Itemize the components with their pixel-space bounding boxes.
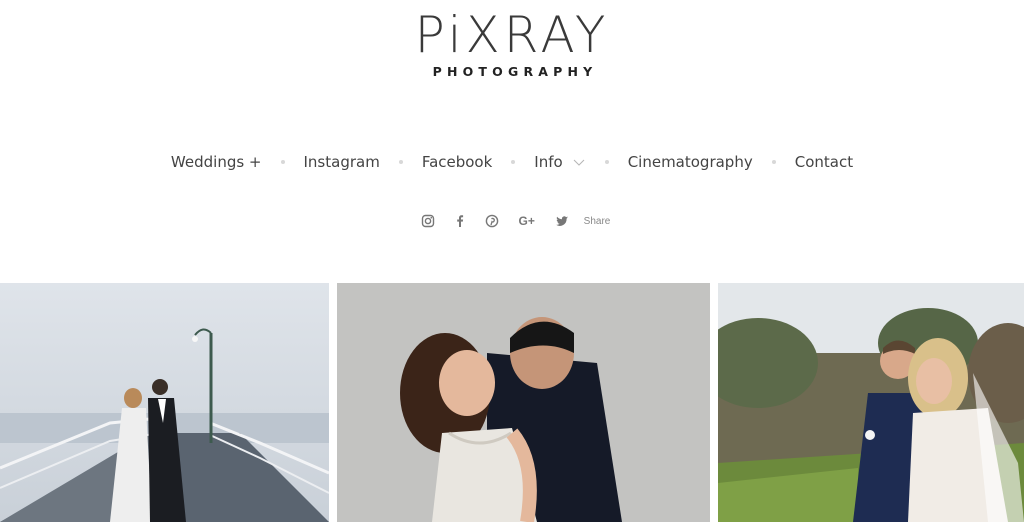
nav-label: Cinematography (627, 153, 753, 171)
nav-label: Info (534, 153, 563, 171)
nav-separator (511, 160, 516, 164)
photo-gallery (0, 283, 1024, 522)
nav-item-instagram[interactable]: Instagram (304, 153, 380, 171)
nav-item-info[interactable]: Info (534, 153, 585, 171)
embrace-photo-image (337, 283, 710, 522)
nav-item-cinematography[interactable]: Cinematography (628, 153, 753, 171)
nav-separator (398, 160, 403, 164)
nav-label: Instagram (303, 153, 380, 171)
share-link[interactable]: Share (584, 216, 611, 227)
social-bar: G+ Share (0, 211, 1024, 231)
gallery-photo-countryside[interactable] (718, 283, 1024, 522)
nav-item-weddings[interactable]: Weddings + (171, 153, 262, 171)
chevron-down-icon (573, 159, 585, 166)
countryside-photo-image (718, 283, 1024, 522)
nav-separator (280, 160, 285, 164)
twitter-icon[interactable] (555, 214, 569, 228)
nav-label: Facebook (421, 153, 493, 171)
nav-item-facebook[interactable]: Facebook (422, 153, 492, 171)
logo-wordmark: PiXRAY (414, 6, 610, 64)
gallery-photo-embrace[interactable] (337, 283, 710, 522)
nav-separator (604, 160, 609, 164)
facebook-icon[interactable] (453, 214, 467, 228)
instagram-icon[interactable] (421, 214, 435, 228)
pinterest-icon[interactable] (485, 214, 499, 228)
nav-label: Contact (794, 153, 854, 171)
logo-tagline: PHOTOGRAPHY (432, 64, 598, 79)
main-nav: Weddings + Instagram Facebook Info Cinem… (0, 150, 1024, 174)
google-plus-icon[interactable]: G+ (517, 214, 537, 228)
pier-photo-image (0, 283, 329, 522)
gallery-photo-pier[interactable] (0, 283, 329, 522)
nav-item-contact[interactable]: Contact (795, 153, 853, 171)
nav-separator (771, 160, 776, 164)
nav-label: Weddings + (170, 153, 262, 171)
site-logo[interactable]: PiXRAY PHOTOGRAPHY (0, 8, 1024, 79)
